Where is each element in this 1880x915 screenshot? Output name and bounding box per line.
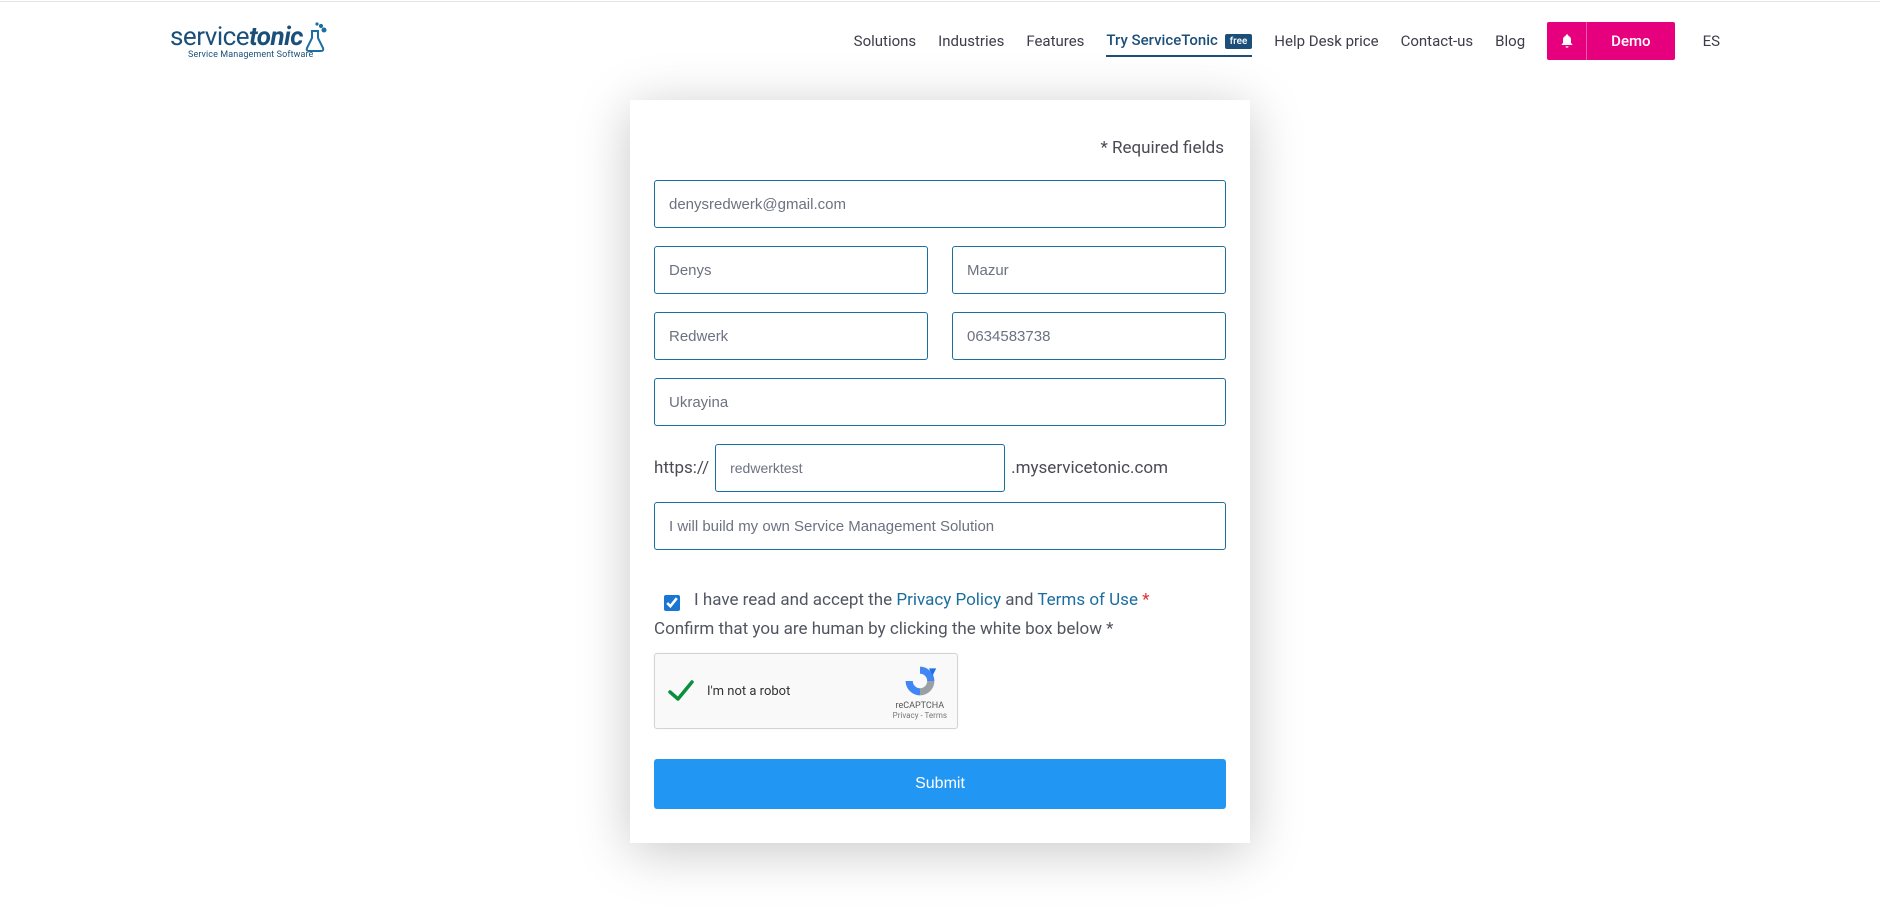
logo-text-a: service <box>170 22 249 52</box>
nav-try-label: Try ServiceTonic <box>1106 31 1217 49</box>
lastname-field[interactable] <box>952 246 1226 294</box>
firstname-field[interactable] <box>654 246 928 294</box>
url-row: https:// .myservicetonic.com <box>654 444 1226 492</box>
required-note: * Required fields <box>654 138 1226 158</box>
url-suffix: .myservicetonic.com <box>1011 458 1168 478</box>
header: servicetonic Service Management Software… <box>0 2 1880 70</box>
demo-group: Demo <box>1547 22 1674 60</box>
demo-button[interactable]: Demo <box>1587 22 1674 60</box>
recaptcha-brand: reCAPTCHA Privacy - Terms <box>893 663 947 720</box>
main-nav: Solutions Industries Features Try Servic… <box>854 22 1720 60</box>
free-badge: free <box>1225 34 1253 49</box>
checkmark-icon <box>667 677 695 705</box>
logo-text-b: tonic <box>249 22 303 52</box>
nav-helpdesk[interactable]: Help Desk price <box>1274 26 1378 56</box>
bell-icon[interactable] <box>1547 22 1587 60</box>
nav-solutions[interactable]: Solutions <box>854 26 917 56</box>
consent-checkbox[interactable] <box>664 595 680 611</box>
recaptcha-label: I'm not a robot <box>707 684 790 699</box>
nav-features[interactable]: Features <box>1026 26 1084 56</box>
terms-link[interactable]: Terms of Use <box>1037 590 1138 610</box>
company-field[interactable] <box>654 312 928 360</box>
nav-industries[interactable]: Industries <box>938 26 1004 56</box>
recaptcha-widget[interactable]: I'm not a robot reCAPTCHA Privacy - Term… <box>654 653 958 729</box>
signup-form: * Required fields Ukrayina https:// .mys… <box>630 100 1250 843</box>
phone-field[interactable] <box>952 312 1226 360</box>
plan-select[interactable]: I will build my own Service Management S… <box>654 502 1226 550</box>
lang-switch[interactable]: ES <box>1703 32 1720 50</box>
subdomain-field[interactable] <box>715 444 1005 492</box>
country-select[interactable]: Ukrayina <box>654 378 1226 426</box>
consent-text: I have read and accept the Privacy Polic… <box>694 590 1150 610</box>
nav-contact[interactable]: Contact-us <box>1401 26 1474 56</box>
url-prefix: https:// <box>654 458 709 478</box>
logo[interactable]: servicetonic Service Management Software <box>170 22 328 60</box>
flask-icon <box>304 22 328 52</box>
email-field[interactable] <box>654 180 1226 228</box>
privacy-link[interactable]: Privacy Policy <box>896 590 1001 610</box>
nav-blog[interactable]: Blog <box>1495 26 1525 56</box>
submit-button[interactable]: Submit <box>654 759 1226 809</box>
captcha-note: Confirm that you are human by clicking t… <box>654 619 1226 639</box>
nav-try[interactable]: Try ServiceTonic free <box>1106 25 1252 57</box>
